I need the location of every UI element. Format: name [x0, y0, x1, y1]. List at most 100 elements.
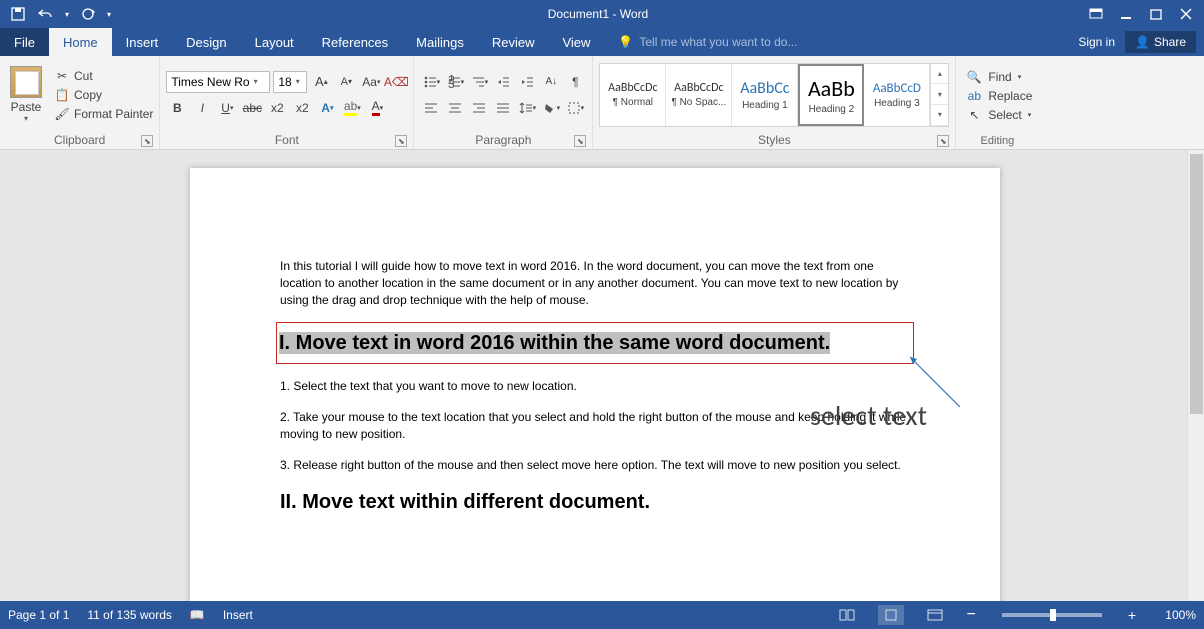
- close-icon[interactable]: [1172, 2, 1200, 26]
- cut-button[interactable]: ✂Cut: [54, 68, 153, 84]
- word-count[interactable]: 11 of 135 words: [87, 608, 172, 622]
- tell-me-search[interactable]: 💡 Tell me what you want to do...: [604, 28, 797, 56]
- replace-label: Replace: [988, 89, 1032, 103]
- page[interactable]: In this tutorial I will guide how to mov…: [190, 168, 1000, 601]
- line-spacing-button[interactable]: ▾: [516, 97, 538, 119]
- italic-button[interactable]: I: [191, 97, 213, 119]
- copy-button[interactable]: 📋Copy: [54, 87, 153, 103]
- scrollbar-thumb[interactable]: [1190, 154, 1203, 414]
- doc-heading-selected[interactable]: I. Move text in word 2016 within the sam…: [279, 332, 830, 354]
- tab-design[interactable]: Design: [172, 28, 240, 56]
- qat-customize-icon[interactable]: ▾: [104, 2, 114, 26]
- style-item-4[interactable]: AaBbCcDHeading 3: [864, 64, 930, 126]
- vertical-scrollbar[interactable]: [1187, 150, 1204, 601]
- share-label: Share: [1154, 35, 1186, 49]
- web-layout-button[interactable]: [922, 605, 948, 625]
- decrease-indent-button[interactable]: [492, 71, 514, 93]
- clipboard-group-label: Clipboard⬊: [6, 131, 153, 149]
- strikethrough-button[interactable]: abc: [241, 97, 263, 119]
- align-center-button[interactable]: [444, 97, 466, 119]
- increase-indent-button[interactable]: [516, 71, 538, 93]
- minimize-icon[interactable]: [1112, 2, 1140, 26]
- align-left-button[interactable]: [420, 97, 442, 119]
- tab-view[interactable]: View: [548, 28, 604, 56]
- print-layout-button[interactable]: [878, 605, 904, 625]
- tab-references[interactable]: References: [308, 28, 402, 56]
- style-preview: AaBb: [808, 75, 855, 102]
- zoom-in-button[interactable]: +: [1128, 607, 1136, 623]
- paste-dropdown-icon[interactable]: ▾: [24, 114, 28, 123]
- share-button[interactable]: 👤 Share: [1125, 31, 1196, 53]
- text-effects-button[interactable]: A▾: [316, 97, 338, 119]
- zoom-level[interactable]: 100%: [1154, 608, 1196, 622]
- svg-text:3: 3: [448, 77, 455, 89]
- find-button[interactable]: 🔍Find▾: [966, 69, 1032, 85]
- tab-mailings[interactable]: Mailings: [402, 28, 478, 56]
- page-count[interactable]: Page 1 of 1: [8, 608, 69, 622]
- maximize-icon[interactable]: [1142, 2, 1170, 26]
- font-size-select[interactable]: 18▾: [273, 71, 307, 93]
- scissors-icon: ✂: [54, 68, 70, 84]
- numbering-button[interactable]: 123▾: [444, 71, 466, 93]
- style-item-1[interactable]: AaBbCcDc¶ No Spac...: [666, 64, 732, 126]
- style-preview: AaBbCc: [740, 79, 789, 98]
- style-item-2[interactable]: AaBbCcHeading 1: [732, 64, 798, 126]
- shrink-font-button[interactable]: A▾: [335, 71, 357, 93]
- styles-dialog-launcher[interactable]: ⬊: [937, 135, 949, 147]
- font-dialog-launcher[interactable]: ⬊: [395, 135, 407, 147]
- ribbon: Paste ▾ ✂Cut 📋Copy 🖌Format Painter Clipb…: [0, 56, 1204, 150]
- grow-font-button[interactable]: A▴: [310, 71, 332, 93]
- styles-gallery: AaBbCcDc¶ NormalAaBbCcDc¶ No Spac...AaBb…: [599, 63, 949, 127]
- doc-paragraph[interactable]: 3. Release right button of the mouse and…: [280, 457, 910, 474]
- zoom-slider-thumb[interactable]: [1050, 609, 1056, 621]
- clear-formatting-button[interactable]: A⌫: [385, 71, 407, 93]
- paintbrush-icon: 🖌: [54, 106, 70, 122]
- undo-icon[interactable]: [34, 2, 58, 26]
- clipboard-dialog-launcher[interactable]: ⬊: [141, 135, 153, 147]
- change-case-button[interactable]: Aa▾: [360, 71, 382, 93]
- format-painter-button[interactable]: 🖌Format Painter: [54, 106, 153, 122]
- sign-in-link[interactable]: Sign in: [1078, 35, 1115, 49]
- tab-layout[interactable]: Layout: [241, 28, 308, 56]
- bold-button[interactable]: B: [166, 97, 188, 119]
- ribbon-display-options-icon[interactable]: [1082, 2, 1110, 26]
- spellcheck-icon[interactable]: 📖: [190, 608, 205, 622]
- document-area[interactable]: In this tutorial I will guide how to mov…: [0, 150, 1204, 601]
- tab-file[interactable]: File: [0, 28, 49, 56]
- select-button[interactable]: ↖Select▾: [966, 107, 1032, 123]
- align-right-button[interactable]: [468, 97, 490, 119]
- multilevel-list-button[interactable]: ▾: [468, 71, 490, 93]
- annotation-highlight-box: I. Move text in word 2016 within the sam…: [276, 322, 914, 364]
- font-color-button[interactable]: A▾: [366, 97, 388, 119]
- style-item-0[interactable]: AaBbCcDc¶ Normal: [600, 64, 666, 126]
- paragraph-dialog-launcher[interactable]: ⬊: [574, 135, 586, 147]
- styles-more-button[interactable]: ▴▾▾: [930, 64, 948, 126]
- show-marks-button[interactable]: ¶: [564, 71, 586, 93]
- justify-button[interactable]: [492, 97, 514, 119]
- doc-heading[interactable]: II. Move text within different document.: [280, 488, 910, 516]
- doc-paragraph[interactable]: 1. Select the text that you want to move…: [280, 378, 910, 395]
- tab-review[interactable]: Review: [478, 28, 549, 56]
- redo-icon[interactable]: [76, 2, 100, 26]
- read-mode-button[interactable]: [834, 605, 860, 625]
- bullets-button[interactable]: ▾: [420, 71, 442, 93]
- zoom-slider[interactable]: [1002, 613, 1102, 617]
- highlight-color-button[interactable]: ab▾: [341, 97, 363, 119]
- superscript-button[interactable]: x2: [291, 97, 313, 119]
- shading-button[interactable]: ▾: [540, 97, 562, 119]
- doc-paragraph[interactable]: In this tutorial I will guide how to mov…: [280, 258, 910, 308]
- style-item-3[interactable]: AaBbHeading 2: [798, 64, 864, 126]
- sort-button[interactable]: A↓: [540, 71, 562, 93]
- paste-button[interactable]: Paste ▾: [6, 66, 46, 123]
- replace-button[interactable]: abReplace: [966, 88, 1032, 104]
- underline-button[interactable]: U▾: [216, 97, 238, 119]
- undo-dropdown-icon[interactable]: ▾: [62, 2, 72, 26]
- zoom-out-button[interactable]: −: [966, 606, 975, 624]
- save-icon[interactable]: [6, 2, 30, 26]
- tab-home[interactable]: Home: [49, 28, 112, 56]
- borders-button[interactable]: ▾: [564, 97, 586, 119]
- subscript-button[interactable]: x2: [266, 97, 288, 119]
- insert-mode[interactable]: Insert: [223, 608, 253, 622]
- tab-insert[interactable]: Insert: [112, 28, 173, 56]
- font-name-select[interactable]: Times New Ro▾: [166, 71, 270, 93]
